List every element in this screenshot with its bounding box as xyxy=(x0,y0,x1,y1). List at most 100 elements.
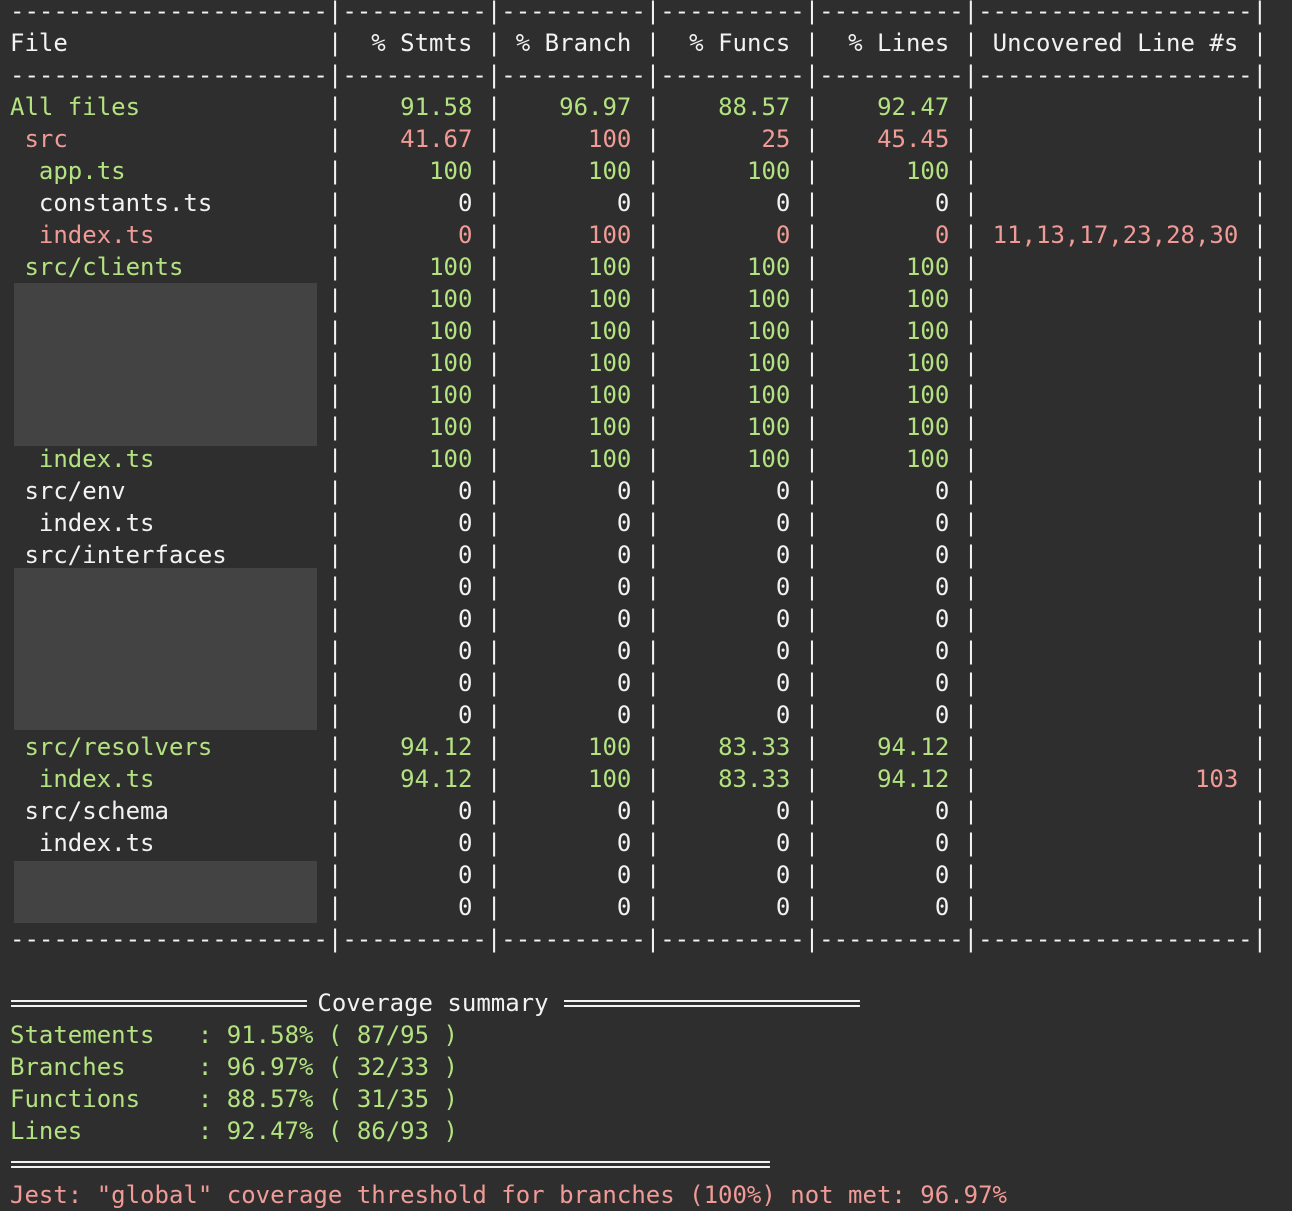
coverage-row: constants.ts | 0 | 0 | 0 | 0 | | xyxy=(38,189,1268,217)
summary-paren-close: ) xyxy=(429,1021,458,1049)
row-funcs: 83.33 xyxy=(718,765,791,793)
summary-fraction: 86/93 xyxy=(356,1117,430,1145)
table-divider: ----------------------|----------|------… xyxy=(10,0,1267,27)
row-branch: 0 xyxy=(616,477,632,505)
coverage-row: | 0 | 0 | 0 | 0 | | xyxy=(327,669,1268,697)
row-funcs: 0 xyxy=(775,189,791,217)
row-stmts: 0 xyxy=(457,637,473,665)
row-branch: 0 xyxy=(616,669,632,697)
coverage-row: index.ts | 0 | 100 | 0 | 0 | 11,13,17,23… xyxy=(38,221,1268,249)
row-file-name: src/schema xyxy=(24,797,169,825)
header-file: File xyxy=(10,29,68,57)
row-file-name: index.ts xyxy=(38,765,155,793)
row-funcs: 0 xyxy=(775,573,791,601)
row-stmts: 0 xyxy=(457,669,473,697)
row-lines: 94.12 xyxy=(877,733,950,761)
coverage-row: | 100 | 100 | 100 | 100 | | xyxy=(327,285,1268,313)
divider-text: ----------------------|----------|------… xyxy=(10,0,1268,25)
row-funcs: 0 xyxy=(775,541,791,569)
row-stmts: 0 xyxy=(457,221,473,249)
row-file-name: index.ts xyxy=(38,221,155,249)
summary-value: 92.47% xyxy=(226,1117,314,1145)
coverage-row: | 100 | 100 | 100 | 100 | | xyxy=(327,413,1268,441)
row-funcs: 100 xyxy=(747,253,791,281)
row-uncovered: 103 xyxy=(1194,765,1239,793)
summary-footer-rule: ========================================… xyxy=(10,1150,771,1178)
row-stmts: 0 xyxy=(457,797,473,825)
header-funcs: % Funcs xyxy=(689,29,791,57)
coverage-row: | 0 | 0 | 0 | 0 | | xyxy=(327,573,1268,601)
coverage-row: app.ts | 100 | 100 | 100 | 100 | | xyxy=(38,157,1268,185)
row-file-name: constants.ts xyxy=(38,189,213,217)
summary-label: Lines xyxy=(10,1117,83,1145)
summary-header: =============================== Coverage… xyxy=(10,987,861,1019)
row-branch: 0 xyxy=(616,829,632,857)
row-lines: 100 xyxy=(905,349,950,377)
row-stmts: 41.67 xyxy=(400,125,473,153)
error-message: Jest: "global" coverage threshold for br… xyxy=(10,1179,1007,1211)
row-file-name: src/interfaces xyxy=(24,541,227,569)
row-stmts: 100 xyxy=(429,317,473,345)
row-stmts: 91.58 xyxy=(400,93,473,121)
row-lines: 0 xyxy=(934,797,950,825)
row-branch: 100 xyxy=(588,317,632,345)
coverage-row: index.ts | 94.12 | 100 | 83.33 | 94.12 |… xyxy=(38,765,1268,793)
table-divider: ----------------------|----------|------… xyxy=(10,59,1267,91)
summary-paren-open: ( xyxy=(313,1085,357,1113)
header-lines: % Lines xyxy=(848,29,950,57)
summary-label: Branches xyxy=(10,1053,126,1081)
row-lines: 0 xyxy=(934,861,950,889)
row-file-name: index.ts xyxy=(38,829,155,857)
header-stmts: % Stmts xyxy=(371,29,473,57)
row-branch: 0 xyxy=(616,509,632,537)
terminal-window: ----------------------|----------|------… xyxy=(0,0,1292,1210)
row-funcs: 100 xyxy=(746,381,791,409)
row-funcs: 0 xyxy=(775,701,791,729)
summary-item: Lines : 92.47% ( 86/93 ) xyxy=(10,1115,458,1147)
summary-fraction: 32/33 xyxy=(356,1053,430,1081)
row-branch: 100 xyxy=(588,285,632,313)
row-funcs: 0 xyxy=(775,797,791,825)
row-lines: 45.45 xyxy=(877,125,950,153)
row-file-name: src/resolvers xyxy=(24,733,213,761)
row-lines: 0 xyxy=(934,829,950,857)
header-branch: % Branch xyxy=(515,29,632,57)
coverage-row: | 0 | 0 | 0 | 0 | | xyxy=(327,893,1268,921)
summary-paren-open: ( xyxy=(313,1021,357,1049)
row-stmts: 94.12 xyxy=(400,733,473,761)
summary-footer: ========================================… xyxy=(10,1148,771,1180)
summary-value: 88.57% xyxy=(226,1085,314,1113)
row-funcs: 100 xyxy=(746,413,791,441)
summary-label: Functions xyxy=(10,1085,141,1113)
coverage-row: index.ts | 0 | 0 | 0 | 0 | | xyxy=(38,509,1268,537)
row-stmts: 0 xyxy=(457,829,473,857)
row-stmts: 0 xyxy=(457,509,473,537)
row-stmts: 0 xyxy=(457,701,473,729)
row-branch: 0 xyxy=(616,605,632,633)
coverage-row: | 100 | 100 | 100 | 100 | | xyxy=(327,381,1268,409)
coverage-row: index.ts | 100 | 100 | 100 | 100 | | xyxy=(38,445,1268,473)
row-lines: 0 xyxy=(934,701,950,729)
row-stmts: 0 xyxy=(457,477,473,505)
coverage-row: | 0 | 0 | 0 | 0 | | xyxy=(327,701,1268,729)
row-funcs: 0 xyxy=(775,509,791,537)
row-stmts: 100 xyxy=(429,413,473,441)
row-lines: 0 xyxy=(934,573,950,601)
divider-text: ----------------------|----------|------… xyxy=(10,61,1268,89)
row-file-name: index.ts xyxy=(38,509,155,537)
header-uncovered: Uncovered Line #s xyxy=(992,29,1239,57)
row-stmts: 94.12 xyxy=(400,765,473,793)
row-file-name: All files xyxy=(10,93,141,121)
row-funcs: 100 xyxy=(746,445,791,473)
coverage-row: | 0 | 0 | 0 | 0 | | xyxy=(327,637,1268,665)
row-branch: 0 xyxy=(616,637,632,665)
summary-paren-open: ( xyxy=(313,1117,357,1145)
row-stmts: 100 xyxy=(429,157,473,185)
summary-label: Statements xyxy=(10,1021,155,1049)
summary-colon: : xyxy=(197,1053,227,1081)
row-lines: 100 xyxy=(905,285,950,313)
row-branch: 100 xyxy=(588,125,632,153)
row-branch: 100 xyxy=(588,381,632,409)
error-text: Jest: "global" coverage threshold for br… xyxy=(10,1181,1007,1209)
row-stmts: 100 xyxy=(429,445,473,473)
